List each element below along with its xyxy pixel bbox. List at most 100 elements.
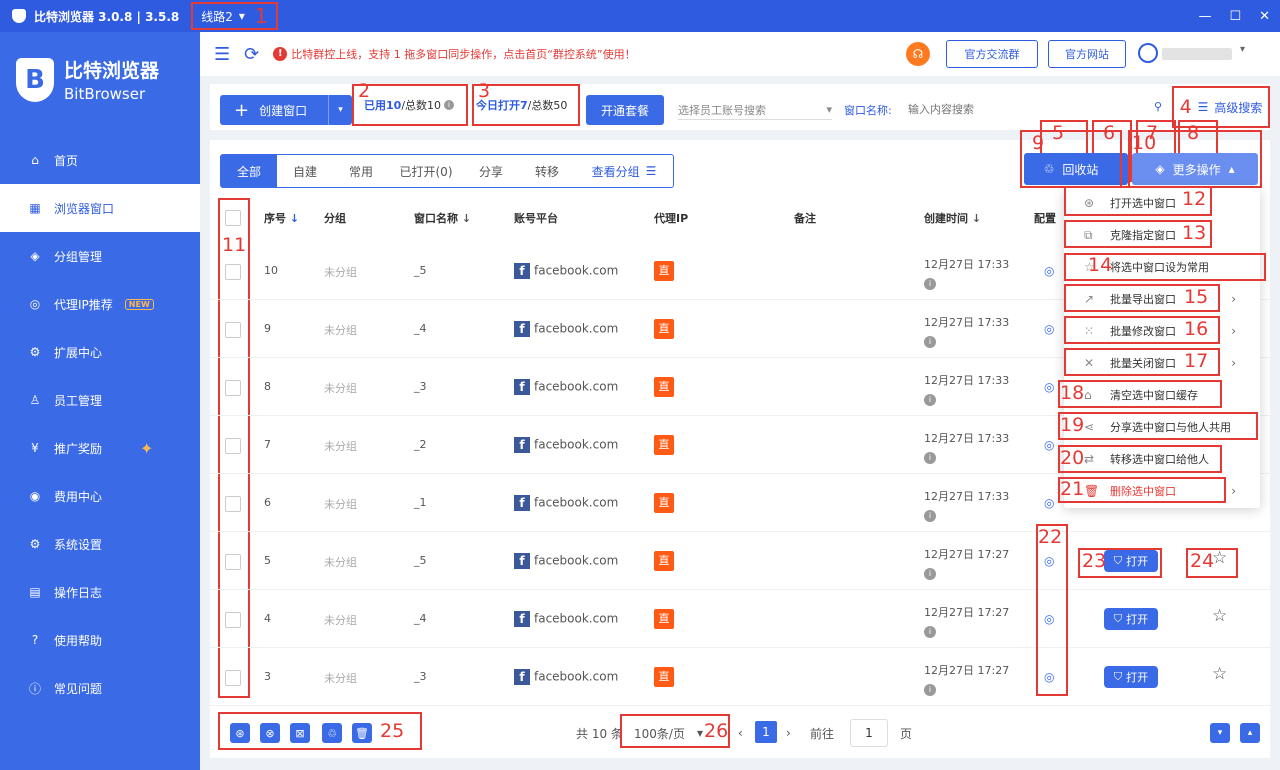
sidebar-item-proxy-ip[interactable]: ◎ 代理IP推荐 NEW <box>0 280 200 328</box>
minimize-icon[interactable]: — <box>1198 9 1211 24</box>
close-batch-icon[interactable]: ⊗ <box>260 723 280 743</box>
chevron-down-icon[interactable]: ▾ <box>1240 44 1245 55</box>
recycle-bin-button[interactable]: ♲ 回收站 <box>1024 153 1118 185</box>
menu-annotation-box <box>1058 412 1258 440</box>
row-checkbox[interactable] <box>225 264 241 280</box>
row-index: 3 <box>264 670 271 683</box>
recycle-icon: ♲ <box>1043 162 1055 176</box>
chevron-down-icon: ▾ <box>826 103 832 116</box>
info-icon[interactable]: i <box>444 100 455 110</box>
info-icon[interactable]: i <box>924 626 936 638</box>
line-selector[interactable]: 线路2 ▾ 1 <box>191 2 278 30</box>
column-header-name[interactable]: 窗口名称 ↓ <box>414 210 471 226</box>
close-all-icon[interactable]: ⊠ <box>290 723 310 743</box>
annotation-marker-15: 15 <box>1184 286 1209 308</box>
page-size-select[interactable]: 100条/页 ▾ <box>634 708 703 758</box>
fingerprint-icon[interactable]: ◎ <box>1044 322 1054 336</box>
info-icon[interactable]: i <box>924 568 936 580</box>
menu-toggle-icon[interactable]: ☰ <box>214 44 230 65</box>
employee-select[interactable]: 选择员工账号搜索 ▾ <box>678 100 832 120</box>
scroll-up-button[interactable]: ▴ <box>1240 723 1260 743</box>
info-icon[interactable]: i <box>924 278 936 290</box>
open-window-button[interactable]: ⛉ 打开 <box>1104 608 1158 630</box>
column-header-created[interactable]: 创建时间 ↓ <box>924 210 981 226</box>
search-icon[interactable]: ⚲ <box>1154 100 1162 113</box>
maximize-icon[interactable]: ☐ <box>1229 9 1241 24</box>
row-checkbox[interactable] <box>225 380 241 396</box>
open-window-button[interactable]: ⛉ 打开 <box>1104 666 1158 688</box>
fingerprint-icon[interactable]: ◎ <box>1044 496 1054 510</box>
annotation-marker-26: 26 <box>704 720 729 742</box>
notice-banner[interactable]: ! 比特群控上线，支持 1 拖多窗口同步操作，点击首页“群控系统”使用！ <box>273 46 636 62</box>
recycle-batch-icon[interactable]: ♲ <box>322 723 342 743</box>
sidebar-item-faq[interactable]: ⓘ 常见问题 <box>0 664 200 712</box>
row-checkbox[interactable] <box>225 554 241 570</box>
create-window-button[interactable]: + 创建窗口 <box>220 95 328 125</box>
refresh-icon[interactable]: ⟳ <box>244 44 259 65</box>
delete-batch-icon[interactable]: 🗑 <box>352 723 372 743</box>
more-actions-button[interactable]: ◈ 更多操作 ▴ <box>1132 153 1258 185</box>
column-header-index[interactable]: 序号 ↓ <box>264 210 299 226</box>
table-row[interactable]: 4 未分组 _4 f facebook.com 直 12月27日 17:27 i … <box>210 590 1270 648</box>
sidebar-item-groups[interactable]: ◈ 分组管理 <box>0 232 200 280</box>
goto-page-input[interactable]: 1 <box>850 719 888 747</box>
row-checkbox[interactable] <box>225 496 241 512</box>
tab-self-built[interactable]: 自建 <box>277 155 333 187</box>
row-checkbox[interactable] <box>225 612 241 628</box>
sidebar-item-browser-windows[interactable]: ▦ 浏览器窗口 <box>0 184 200 232</box>
chevron-right-icon: › <box>1231 356 1236 370</box>
prev-page-button[interactable]: ‹ <box>738 708 743 758</box>
sidebar-item-staff[interactable]: ♙ 员工管理 <box>0 376 200 424</box>
tab-shared[interactable]: 分享 <box>463 155 519 187</box>
direct-proxy-badge: 直 <box>654 551 674 571</box>
tab-all[interactable]: 全部 <box>221 155 277 187</box>
close-icon[interactable]: ✕ <box>1259 9 1270 24</box>
sidebar-item-extensions[interactable]: ⚙ 扩展中心 <box>0 328 200 376</box>
row-name: _3 <box>414 380 427 393</box>
row-checkbox[interactable] <box>225 670 241 686</box>
line-label: 线路2 <box>201 9 233 24</box>
info-icon[interactable]: i <box>924 684 936 696</box>
official-group-button[interactable]: 官方交流群 <box>946 40 1038 68</box>
next-page-button[interactable]: › <box>786 708 791 758</box>
row-checkbox[interactable] <box>225 438 241 454</box>
sidebar-item-home[interactable]: ⌂ 首页 <box>0 136 200 184</box>
info-icon[interactable]: i <box>924 394 936 406</box>
official-site-button[interactable]: 官方网站 <box>1048 40 1126 68</box>
info-icon[interactable]: i <box>924 452 936 464</box>
open-plan-button[interactable]: 开通套餐 <box>586 95 664 125</box>
direct-proxy-badge: 直 <box>654 609 674 629</box>
view-groups-link[interactable]: 查看分组 ☰ <box>575 155 673 187</box>
row-checkbox[interactable] <box>225 322 241 338</box>
create-window-dropdown[interactable]: ▾ <box>328 95 352 125</box>
info-icon[interactable]: i <box>924 510 936 522</box>
sidebar-item-billing[interactable]: ◉ 费用中心 <box>0 472 200 520</box>
favorite-star-icon[interactable]: ☆ <box>1212 664 1227 684</box>
table-row[interactable]: 3 未分组 _3 f facebook.com 直 12月27日 17:27 i … <box>210 648 1270 706</box>
sidebar-item-logs[interactable]: ▤ 操作日志 <box>0 568 200 616</box>
search-input[interactable] <box>908 97 1172 121</box>
row-created-time: 12月27日 17:27 <box>924 548 1010 561</box>
sidebar-item-settings[interactable]: ⚙ 系统设置 <box>0 520 200 568</box>
tab-transfer[interactable]: 转移 <box>519 155 575 187</box>
user-name-redacted <box>1162 48 1232 60</box>
fingerprint-icon[interactable]: ◎ <box>1044 380 1054 394</box>
row-created-time: 12月27日 17:33 <box>924 374 1010 387</box>
open-batch-icon[interactable]: ⊛ <box>230 723 250 743</box>
fingerprint-icon[interactable]: ◎ <box>1044 438 1054 452</box>
tab-opened[interactable]: 已打开(0) <box>389 155 463 187</box>
sort-arrow-icon: ↓ <box>289 212 300 225</box>
tab-common[interactable]: 常用 <box>333 155 389 187</box>
avatar[interactable] <box>1138 43 1158 63</box>
favorite-star-icon[interactable]: ☆ <box>1212 606 1227 626</box>
scroll-down-button[interactable]: ▾ <box>1210 723 1230 743</box>
headset-icon[interactable]: ☊ <box>906 42 930 66</box>
sidebar-item-help[interactable]: ? 使用帮助 <box>0 616 200 664</box>
facebook-icon: f <box>514 611 530 627</box>
fingerprint-icon[interactable]: ◎ <box>1044 264 1054 278</box>
main-area: ☰ ⟳ ! 比特群控上线，支持 1 拖多窗口同步操作，点击首页“群控系统”使用！… <box>200 32 1280 770</box>
info-icon[interactable]: i <box>924 336 936 348</box>
sidebar-item-rewards[interactable]: ¥ 推广奖励 ✦ <box>0 424 200 472</box>
row-created-time: 12月27日 17:33 <box>924 432 1010 445</box>
page-number-current[interactable]: 1 <box>755 721 777 743</box>
